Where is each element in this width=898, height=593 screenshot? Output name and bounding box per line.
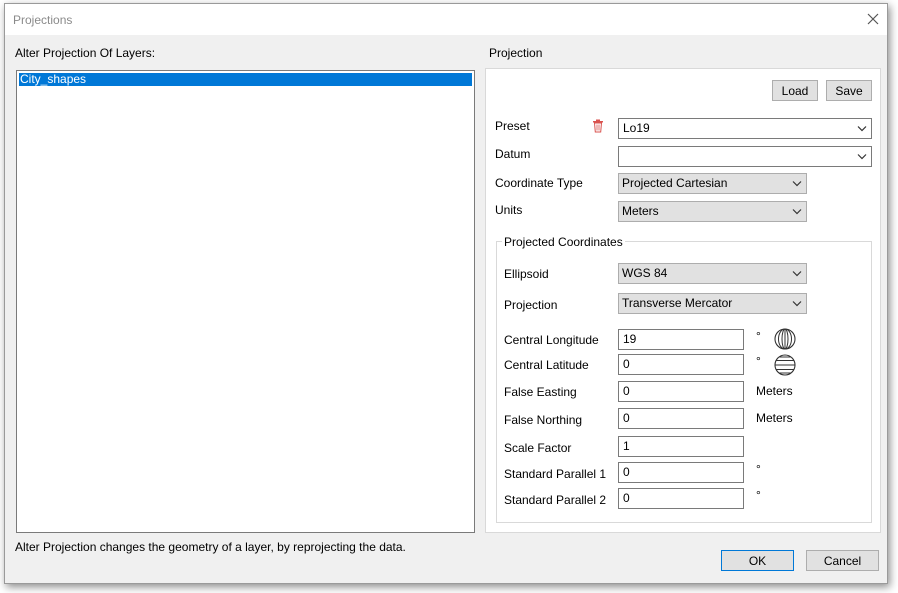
- central-longitude-label: Central Longitude: [504, 333, 599, 347]
- group-title: Projected Coordinates: [502, 235, 625, 249]
- chevron-down-icon: [792, 271, 802, 277]
- datum-combo[interactable]: [618, 146, 872, 167]
- projection-panel: Load Save Preset Lo19 Datum Coordinate T…: [485, 68, 881, 533]
- standard-parallel-1-label: Standard Parallel 1: [504, 467, 607, 481]
- trash-icon: [593, 119, 603, 133]
- title-bar: Projections: [5, 4, 887, 35]
- chevron-down-icon: [857, 154, 867, 160]
- latitude-globe-icon: [774, 354, 796, 376]
- coordinate-type-value: Projected Cartesian: [622, 176, 728, 190]
- coordinate-type-select[interactable]: Projected Cartesian: [618, 173, 807, 194]
- load-button[interactable]: Load: [772, 80, 818, 101]
- projection-label: Projection: [504, 298, 558, 312]
- preset-combo[interactable]: Lo19: [618, 118, 872, 139]
- units-select[interactable]: Meters: [618, 201, 807, 222]
- central-latitude-label: Central Latitude: [504, 358, 589, 372]
- list-item[interactable]: City_shapes: [19, 73, 472, 86]
- units-label: Units: [495, 203, 523, 217]
- scale-factor-label: Scale Factor: [504, 441, 572, 455]
- coordinate-type-label: Coordinate Type: [495, 176, 583, 190]
- delete-preset-button[interactable]: [592, 119, 606, 133]
- latitude-picker-button[interactable]: [773, 353, 797, 377]
- standard-parallel-2-input[interactable]: 0: [618, 488, 744, 509]
- ellipsoid-value: WGS 84: [622, 266, 668, 280]
- projection-header: Projection: [489, 46, 543, 60]
- preset-label: Preset: [495, 119, 530, 133]
- false-easting-label: False Easting: [504, 385, 577, 399]
- projection-select[interactable]: Transverse Mercator: [618, 293, 807, 314]
- window-title: Projections: [13, 13, 73, 27]
- preset-value: Lo19: [623, 121, 650, 135]
- status-text: Alter Projection changes the geometry of…: [15, 540, 406, 554]
- save-button[interactable]: Save: [826, 80, 872, 101]
- ellipsoid-label: Ellipsoid: [504, 267, 549, 281]
- datum-label: Datum: [495, 147, 531, 161]
- longitude-picker-button[interactable]: [773, 327, 797, 351]
- close-button[interactable]: [861, 7, 885, 31]
- close-icon: [867, 13, 879, 25]
- cancel-button[interactable]: Cancel: [806, 550, 879, 571]
- false-easting-input[interactable]: 0: [618, 381, 744, 402]
- standard-parallel-2-label: Standard Parallel 2: [504, 493, 607, 507]
- false-easting-unit: Meters: [756, 384, 793, 398]
- chevron-down-icon: [792, 209, 802, 215]
- central-latitude-unit: °: [756, 354, 761, 368]
- layer-list[interactable]: City_shapes: [16, 70, 475, 533]
- chevron-down-icon: [792, 301, 802, 307]
- central-latitude-input[interactable]: 0: [618, 354, 744, 375]
- standard-parallel-1-input[interactable]: 0: [618, 462, 744, 483]
- ok-button[interactable]: OK: [721, 550, 794, 571]
- false-northing-label: False Northing: [504, 413, 583, 427]
- chevron-down-icon: [857, 126, 867, 132]
- scale-factor-input[interactable]: 1: [618, 436, 744, 457]
- central-longitude-unit: °: [756, 329, 761, 343]
- projection-value: Transverse Mercator: [622, 296, 733, 310]
- standard-parallel-2-unit: °: [756, 488, 761, 502]
- standard-parallel-1-unit: °: [756, 462, 761, 476]
- false-northing-input[interactable]: 0: [618, 408, 744, 429]
- units-value: Meters: [622, 204, 659, 218]
- chevron-down-icon: [792, 181, 802, 187]
- projections-dialog: Projections Alter Projection Of Layers: …: [4, 3, 888, 584]
- layers-header: Alter Projection Of Layers:: [15, 46, 156, 60]
- false-northing-unit: Meters: [756, 411, 793, 425]
- ellipsoid-select[interactable]: WGS 84: [618, 263, 807, 284]
- central-longitude-input[interactable]: 19: [618, 329, 744, 350]
- longitude-globe-icon: [774, 328, 796, 350]
